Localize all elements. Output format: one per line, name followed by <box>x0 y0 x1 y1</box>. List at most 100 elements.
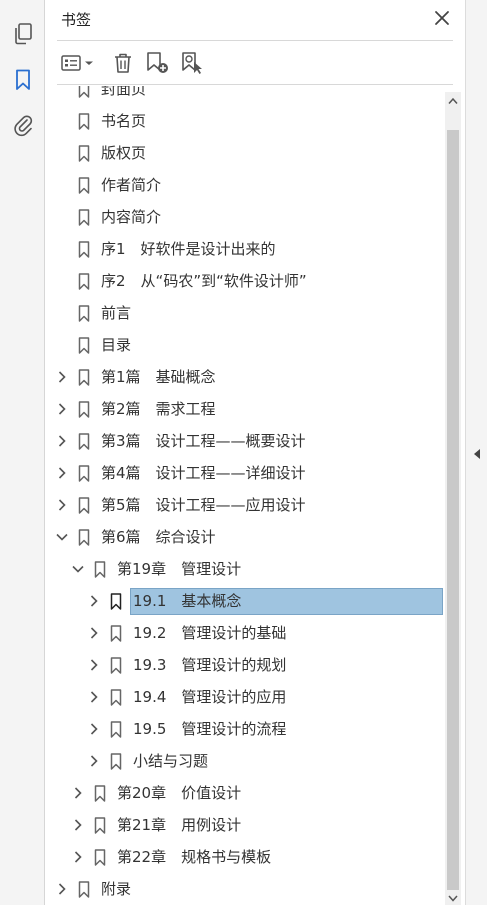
bookmark-label: 第2篇 需求工程 <box>101 400 216 418</box>
chevron-right-icon[interactable] <box>71 786 85 800</box>
bookmark-label: 第20章 价值设计 <box>117 784 242 802</box>
bookmark-row[interactable]: 附录 <box>45 873 445 905</box>
scrollbar-thumb[interactable] <box>447 130 459 890</box>
bookmark-label: 目录 <box>101 336 132 354</box>
bookmark-row[interactable]: 第5篇 设计工程——应用设计 <box>45 489 445 521</box>
bookmark-row[interactable]: 19.5 管理设计的流程 <box>45 713 445 745</box>
bookmark-label: 第4篇 设计工程——详细设计 <box>101 464 306 482</box>
bookmark-icon <box>78 497 90 514</box>
scroll-down-arrow-icon[interactable] <box>445 891 461 905</box>
bookmark-icon <box>78 305 90 322</box>
bookmark-row[interactable]: 第3篇 设计工程——概要设计 <box>45 425 445 457</box>
bookmark-label: 第19章 管理设计 <box>117 560 242 578</box>
bookmark-label: 第3篇 设计工程——概要设计 <box>101 432 306 450</box>
bookmark-label: 第22章 规格书与模板 <box>117 848 272 866</box>
bookmark-row[interactable]: 序1 好软件是设计出来的 <box>45 233 445 265</box>
bookmark-row[interactable]: 封面页 <box>45 86 445 105</box>
chevron-right-icon[interactable] <box>71 818 85 832</box>
bookmark-label: 序2 从“码农”到“软件设计师” <box>101 272 307 290</box>
bookmark-label: 第21章 用例设计 <box>117 816 242 834</box>
panel-title: 书签 <box>61 11 92 29</box>
chevron-down-icon[interactable] <box>71 562 85 576</box>
bookmark-row[interactable]: 第19章 管理设计 <box>45 553 445 585</box>
bookmark-icon <box>110 721 122 738</box>
close-icon[interactable] <box>433 9 451 27</box>
bookmark-row[interactable]: 书名页 <box>45 105 445 137</box>
bookmark-row[interactable]: 第4篇 设计工程——详细设计 <box>45 457 445 489</box>
chevron-right-icon[interactable] <box>55 434 69 448</box>
options-menu-button[interactable] <box>59 49 97 77</box>
bookmark-icon <box>78 465 90 482</box>
divider <box>57 40 453 41</box>
bookmark-icon <box>94 785 106 802</box>
bookmark-icon <box>78 881 90 898</box>
bookmark-icon <box>78 433 90 450</box>
bookmark-row[interactable]: 内容简介 <box>45 201 445 233</box>
pages-icon[interactable] <box>9 20 36 47</box>
bookmark-row[interactable]: 第22章 规格书与模板 <box>45 841 445 873</box>
bookmark-icon <box>78 209 90 226</box>
left-navigation-rail <box>0 0 45 905</box>
bookmark-row[interactable]: 第2篇 需求工程 <box>45 393 445 425</box>
bookmark-label: 第5篇 设计工程——应用设计 <box>101 496 306 514</box>
bookmark-icon <box>78 145 90 162</box>
chevron-right-icon[interactable] <box>55 882 69 896</box>
bookmark-row[interactable]: 版权页 <box>45 137 445 169</box>
vertical-scrollbar[interactable] <box>445 92 461 905</box>
bookmark-icon <box>78 401 90 418</box>
bookmark-label: 附录 <box>101 880 132 898</box>
panel-header: 书签 <box>45 0 465 40</box>
bookmark-row[interactable]: 第1篇 基础概念 <box>45 361 445 393</box>
bookmark-row[interactable]: 19.1 基本概念 <box>45 585 445 617</box>
scroll-up-arrow-icon[interactable] <box>445 92 461 110</box>
bookmarks-toolbar <box>45 44 465 82</box>
bookmark-tree: 封面页书名页版权页作者简介 内容简介序1 好软件是设计出来的序2 从“码农”到“软… <box>45 86 445 905</box>
new-bookmark-icon[interactable] <box>144 49 172 77</box>
bookmark-label: 封面页 <box>101 86 147 98</box>
new-bookmark-from-structure-icon[interactable] <box>179 49 207 77</box>
bookmark-row[interactable]: 19.4 管理设计的应用 <box>45 681 445 713</box>
bookmark-row[interactable]: 序2 从“码农”到“软件设计师” <box>45 265 445 297</box>
chevron-right-icon[interactable] <box>71 850 85 864</box>
bookmark-row[interactable]: 第6篇 综合设计 <box>45 521 445 553</box>
bookmark-label: 书名页 <box>101 112 147 130</box>
bookmark-label: 序1 好软件是设计出来的 <box>101 240 276 258</box>
panel-collapse-strip[interactable] <box>465 0 487 905</box>
bookmark-label: 版权页 <box>101 144 147 162</box>
bookmark-icon <box>78 529 90 546</box>
delete-bookmark-icon[interactable] <box>111 49 135 77</box>
chevron-right-icon[interactable] <box>87 658 101 672</box>
bookmark-row[interactable]: 19.3 管理设计的规划 <box>45 649 445 681</box>
bookmark-row[interactable]: 第21章 用例设计 <box>45 809 445 841</box>
bookmark-row[interactable]: 小结与习题 <box>45 745 445 777</box>
chevron-right-icon[interactable] <box>87 594 101 608</box>
chevron-down-icon[interactable] <box>55 530 69 544</box>
bookmark-row[interactable]: 第20章 价值设计 <box>45 777 445 809</box>
bookmark-label: 19.2 管理设计的基础 <box>133 624 287 642</box>
chevron-right-icon[interactable] <box>87 722 101 736</box>
divider <box>57 84 453 85</box>
bookmark-label: 第1篇 基础概念 <box>101 368 216 386</box>
bookmark-label: 19.5 管理设计的流程 <box>133 720 287 738</box>
bookmark-row[interactable]: 前言 <box>45 297 445 329</box>
chevron-right-icon[interactable] <box>87 626 101 640</box>
bookmarks-panel: 书签 封面页 书名页 版权页 作者简介 内容简介 序1 好软件是设计出来的 序2… <box>45 0 465 905</box>
bookmark-icon <box>110 657 122 674</box>
bookmark-row[interactable]: 19.2 管理设计的基础 <box>45 617 445 649</box>
chevron-right-icon[interactable] <box>55 498 69 512</box>
chevron-right-icon[interactable] <box>55 402 69 416</box>
bookmarks-icon[interactable] <box>9 66 36 93</box>
chevron-right-icon[interactable] <box>87 754 101 768</box>
bookmark-icon <box>78 177 90 194</box>
chevron-right-icon[interactable] <box>55 370 69 384</box>
bookmark-row[interactable]: 目录 <box>45 329 445 361</box>
bookmark-icon <box>110 753 122 770</box>
chevron-right-icon[interactable] <box>87 690 101 704</box>
collapse-panel-arrow-icon[interactable] <box>473 448 481 460</box>
bookmark-icon <box>94 849 106 866</box>
bookmark-label: 前言 <box>101 304 132 322</box>
bookmark-icon <box>78 273 90 290</box>
chevron-right-icon[interactable] <box>55 466 69 480</box>
attachments-icon[interactable] <box>9 111 36 138</box>
bookmark-row[interactable]: 作者简介 <box>45 169 445 201</box>
